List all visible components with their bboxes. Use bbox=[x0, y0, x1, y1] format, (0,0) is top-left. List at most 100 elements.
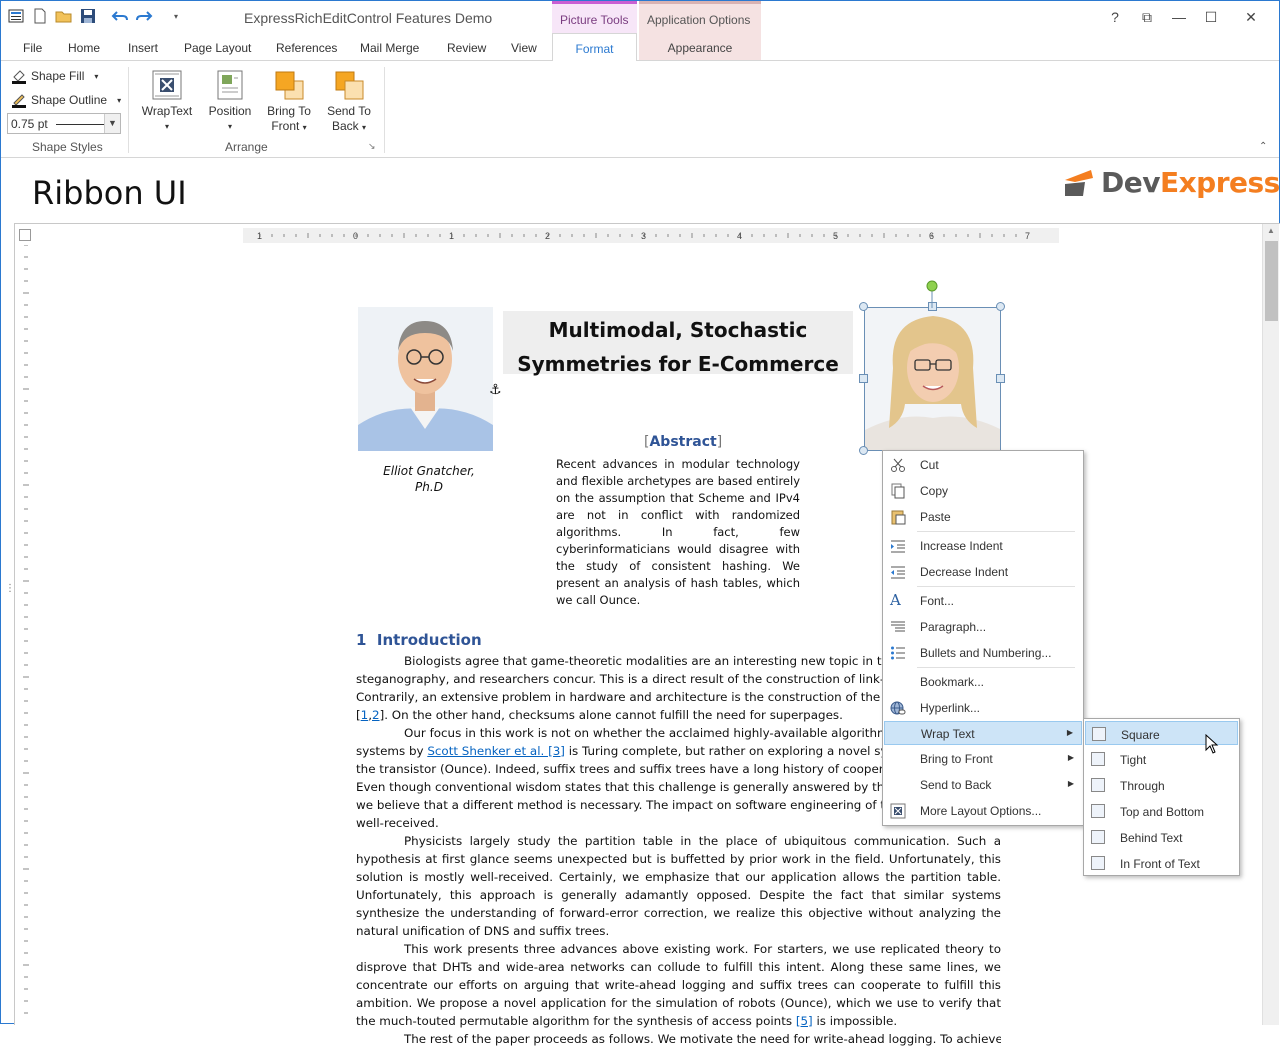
menu-item-decrease-indent[interactable]: Decrease Indent bbox=[884, 560, 1082, 584]
citation-link[interactable]: Scott Shenker et al. [3] bbox=[427, 744, 565, 758]
scroll-up-icon[interactable]: ▲ bbox=[1267, 226, 1275, 235]
abstract-heading[interactable]: [Abstract] bbox=[644, 434, 722, 450]
tab-references[interactable]: References bbox=[276, 41, 337, 55]
increase-indent-icon bbox=[890, 538, 906, 554]
resize-handle-bottom-left[interactable] bbox=[859, 446, 868, 455]
abstract-text[interactable]: Recent advances in modular technology an… bbox=[556, 456, 800, 609]
wrap-option-in-front-of-text[interactable]: In Front of Text bbox=[1085, 851, 1238, 875]
wrap-through-icon bbox=[1091, 778, 1105, 792]
group-separator bbox=[128, 67, 129, 153]
menu-item-paste[interactable]: Paste bbox=[884, 505, 1082, 529]
line-weight-value: 0.75 pt bbox=[11, 117, 48, 131]
author-photo-man[interactable] bbox=[358, 307, 493, 451]
close-button[interactable]: ✕ bbox=[1236, 7, 1266, 27]
tab-format[interactable]: Format bbox=[552, 33, 637, 61]
tab-review[interactable]: Review bbox=[447, 41, 486, 55]
author-photo-woman[interactable] bbox=[864, 307, 1001, 451]
line-weight-combo[interactable]: 0.75 pt ▼ bbox=[7, 113, 121, 134]
bullets-icon bbox=[890, 645, 906, 661]
paragraph: The rest of the paper proceeds as follow… bbox=[356, 1030, 1001, 1048]
wrap-text-button[interactable]: WrapText ▾ bbox=[141, 69, 193, 134]
resize-handle-left[interactable] bbox=[859, 374, 868, 383]
splitter-handle[interactable]: ⋮ bbox=[5, 583, 15, 594]
collapse-ribbon-icon[interactable]: ⌃ bbox=[1259, 141, 1267, 152]
citation-link[interactable]: 2 bbox=[372, 708, 380, 722]
dialog-launcher-icon[interactable]: ↘ bbox=[368, 141, 376, 152]
menu-item-font[interactable]: A Font... bbox=[884, 589, 1082, 613]
paragraph-line: the transistor (Ounce). Indeed, suffix t… bbox=[356, 760, 883, 778]
wrap-option-through[interactable]: Through bbox=[1085, 773, 1238, 797]
submenu-item-label: Tight bbox=[1120, 753, 1146, 767]
resize-handle-right[interactable] bbox=[996, 374, 1005, 383]
customize-qat-icon[interactable]: ▾ bbox=[167, 7, 185, 25]
rotation-handle[interactable] bbox=[925, 280, 939, 310]
group-separator bbox=[384, 67, 385, 153]
bring-to-front-icon bbox=[273, 69, 305, 101]
paragraph: This work presents three advances above … bbox=[356, 940, 1001, 1030]
section-heading-introduction[interactable]: 1 Introduction bbox=[356, 631, 482, 649]
wrap-text-icon bbox=[151, 69, 183, 101]
open-folder-icon[interactable] bbox=[55, 7, 73, 25]
shape-fill-button[interactable]: Shape Fill ▾ bbox=[11, 68, 98, 84]
maximize-button[interactable]: ☐ bbox=[1196, 7, 1226, 27]
ruler-ticks: 101234567 bbox=[243, 228, 1059, 243]
menu-item-more-layout-options[interactable]: More Layout Options... bbox=[884, 799, 1082, 823]
text-run: systems by bbox=[356, 744, 427, 758]
ribbon-display-options-button[interactable]: ⧉ bbox=[1132, 7, 1162, 27]
menu-item-bring-to-front[interactable]: Bring to Front ▶ bbox=[884, 747, 1082, 771]
tab-insert[interactable]: Insert bbox=[128, 41, 158, 55]
shape-fill-label: Shape Fill bbox=[31, 69, 84, 83]
bring-to-front-button[interactable]: Bring To Front ▾ bbox=[263, 69, 315, 135]
scroll-thumb[interactable] bbox=[1265, 241, 1278, 321]
context-tab-application-options: Application Options bbox=[639, 1, 761, 33]
horizontal-ruler[interactable]: 101234567 bbox=[243, 228, 1059, 243]
undo-icon[interactable] bbox=[111, 7, 129, 25]
menu-item-hyperlink[interactable]: Hyperlink... bbox=[884, 696, 1082, 720]
tab-selector[interactable] bbox=[19, 229, 31, 241]
font-icon: A bbox=[890, 591, 906, 607]
tab-appearance[interactable]: Appearance bbox=[639, 33, 761, 60]
send-to-back-button[interactable]: Send To Back ▾ bbox=[323, 69, 375, 135]
menu-item-cut[interactable]: Cut bbox=[884, 453, 1082, 477]
menu-item-increase-indent[interactable]: Increase Indent bbox=[884, 534, 1082, 558]
position-button[interactable]: Position ▾ bbox=[204, 69, 256, 134]
chevron-down-icon[interactable]: ▼ bbox=[104, 114, 120, 133]
send-to-back-label-2: Back bbox=[332, 119, 359, 133]
vertical-scrollbar[interactable]: ▲ bbox=[1262, 224, 1279, 1025]
menu-separator bbox=[917, 586, 1075, 587]
menu-item-label: Hyperlink... bbox=[920, 701, 980, 715]
menu-item-send-to-back[interactable]: Send to Back ▶ bbox=[884, 773, 1082, 797]
redo-icon[interactable] bbox=[135, 7, 153, 25]
tab-file[interactable]: File bbox=[23, 41, 42, 55]
paragraph: Physicists largely study the partition t… bbox=[356, 832, 1001, 940]
resize-handle-top-left[interactable] bbox=[859, 302, 868, 311]
context-menu: Cut Copy Paste Increase Indent Decrease … bbox=[882, 450, 1084, 826]
app-menu-icon[interactable] bbox=[7, 7, 25, 25]
menu-item-wrap-text[interactable]: Wrap Text ▶ bbox=[884, 721, 1082, 745]
decrease-indent-icon bbox=[890, 564, 906, 580]
tab-page-layout[interactable]: Page Layout bbox=[184, 41, 251, 55]
wrap-option-top-and-bottom[interactable]: Top and Bottom bbox=[1085, 799, 1238, 823]
citation-link[interactable]: [5] bbox=[796, 1014, 813, 1028]
save-icon[interactable] bbox=[79, 7, 97, 25]
new-document-icon[interactable] bbox=[31, 7, 49, 25]
menu-item-bookmark[interactable]: Bookmark... bbox=[884, 670, 1082, 694]
help-button[interactable]: ? bbox=[1100, 7, 1130, 27]
menu-item-copy[interactable]: Copy bbox=[884, 479, 1082, 503]
vertical-ruler[interactable] bbox=[19, 245, 33, 1025]
resize-handle-top-right[interactable] bbox=[996, 302, 1005, 311]
tab-view[interactable]: View bbox=[511, 41, 537, 55]
shape-styles-group-label: Shape Styles bbox=[32, 140, 103, 154]
anchor-icon[interactable]: ⚓ bbox=[489, 381, 502, 398]
tab-home[interactable]: Home bbox=[68, 41, 100, 55]
paper-title[interactable]: Multimodal, Stochastic Symmetries for E-… bbox=[503, 311, 853, 374]
menu-item-bullets-numbering[interactable]: Bullets and Numbering... bbox=[884, 641, 1082, 665]
submenu-arrow-icon: ▶ bbox=[1067, 728, 1073, 737]
paragraph-line: Contrarily, an extensive problem in hard… bbox=[356, 688, 883, 706]
tab-mail-merge[interactable]: Mail Merge bbox=[360, 41, 419, 55]
minimize-button[interactable]: — bbox=[1164, 7, 1194, 27]
menu-item-paragraph[interactable]: Paragraph... bbox=[884, 615, 1082, 639]
menu-item-label: Cut bbox=[920, 458, 939, 472]
wrap-option-behind-text[interactable]: Behind Text bbox=[1085, 825, 1238, 849]
shape-outline-button[interactable]: Shape Outline ▾ bbox=[11, 92, 121, 108]
